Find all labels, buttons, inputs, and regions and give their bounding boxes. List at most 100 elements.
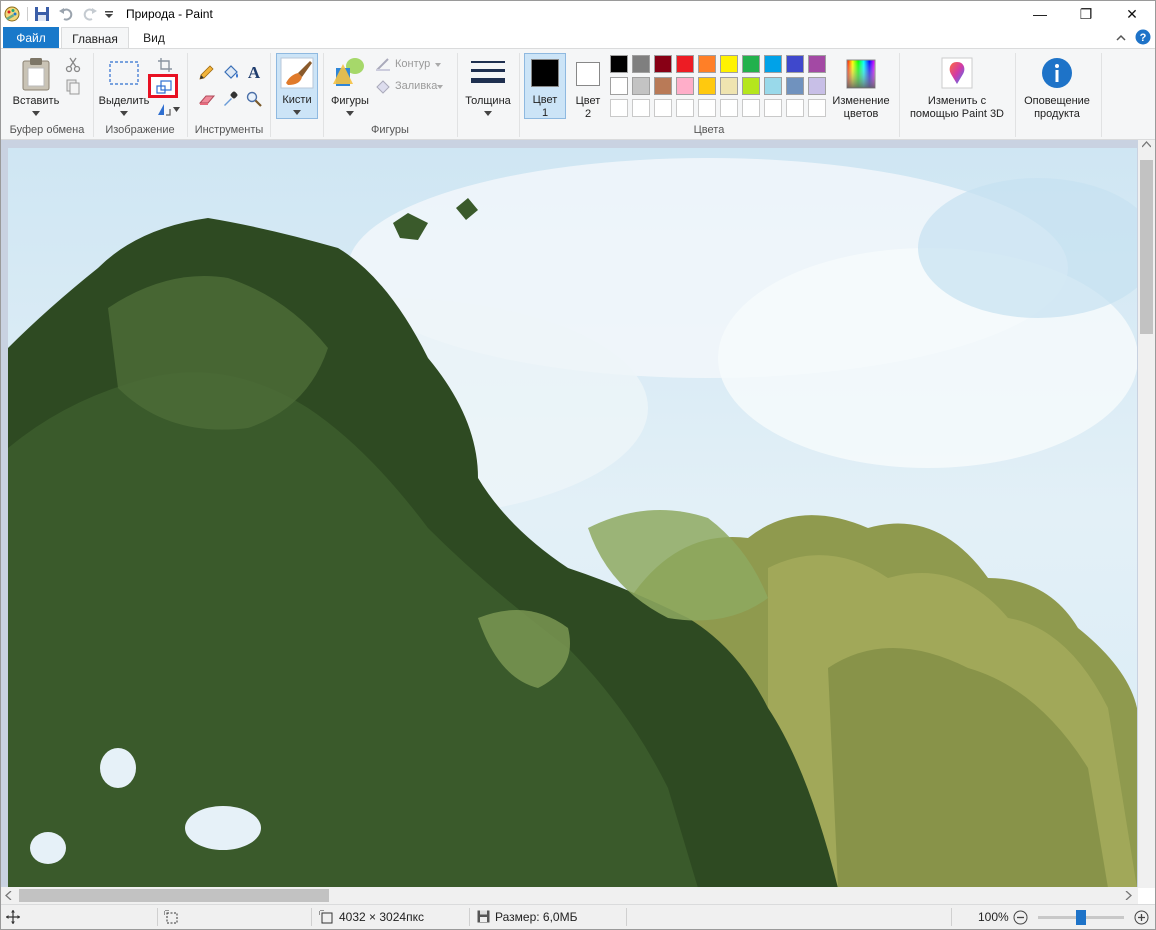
- palette-swatch[interactable]: [764, 99, 782, 117]
- resize-button[interactable]: [148, 74, 178, 98]
- select-button[interactable]: Выделить: [97, 53, 151, 119]
- scroll-up-icon[interactable]: [1142, 140, 1151, 148]
- palette-swatch[interactable]: [720, 55, 738, 73]
- rotate-button[interactable]: [156, 101, 182, 119]
- palette-swatch[interactable]: [676, 55, 694, 73]
- palette-swatch[interactable]: [654, 55, 672, 73]
- palette-swatch[interactable]: [742, 55, 760, 73]
- palette-swatch[interactable]: [808, 99, 826, 117]
- rotate-dropdown-icon: [173, 107, 180, 112]
- zoom-slider[interactable]: [1038, 910, 1124, 925]
- palette-swatch[interactable]: [786, 55, 804, 73]
- magnifier-icon[interactable]: [246, 91, 262, 107]
- minimize-button[interactable]: —: [1017, 1, 1063, 27]
- help-icon[interactable]: ?: [1135, 29, 1151, 45]
- scroll-right-icon[interactable]: [1125, 891, 1133, 900]
- redo-icon[interactable]: [82, 6, 98, 22]
- group-divider: [270, 53, 271, 137]
- palette-swatch[interactable]: [808, 55, 826, 73]
- save-icon[interactable]: [34, 6, 50, 22]
- palette-swatch[interactable]: [698, 99, 716, 117]
- palette-swatch[interactable]: [632, 55, 650, 73]
- tools-group-label: Инструменты: [194, 124, 264, 136]
- vertical-scroll-thumb[interactable]: [1140, 160, 1153, 334]
- paste-button[interactable]: Вставить: [7, 53, 65, 119]
- horizontal-scroll-thumb[interactable]: [19, 889, 329, 902]
- fill-icon: [376, 80, 390, 94]
- scroll-left-icon[interactable]: [4, 891, 12, 900]
- copy-icon[interactable]: [65, 79, 81, 95]
- zoom-in-icon[interactable]: [1134, 910, 1149, 925]
- color2-button[interactable]: Цвет 2: [568, 53, 608, 120]
- paint3d-icon: [941, 57, 973, 89]
- palette-swatch[interactable]: [632, 99, 650, 117]
- shapes-button[interactable]: Фигуры: [327, 53, 373, 119]
- resize-icon: [156, 80, 172, 94]
- color2-label-line2: 2: [584, 108, 592, 120]
- text-icon[interactable]: A: [246, 63, 262, 81]
- palette-swatch[interactable]: [632, 77, 650, 95]
- tab-home[interactable]: Главная: [61, 27, 129, 49]
- palette-swatch[interactable]: [764, 55, 782, 73]
- fill-button[interactable]: Заливка: [375, 79, 455, 95]
- vertical-scrollbar[interactable]: [1138, 140, 1155, 888]
- size-button[interactable]: Толщина: [461, 53, 515, 119]
- canvas-image[interactable]: [8, 148, 1137, 888]
- palette-swatch[interactable]: [720, 99, 738, 117]
- palette-swatch[interactable]: [676, 77, 694, 95]
- palette-swatch[interactable]: [742, 77, 760, 95]
- group-divider: [899, 53, 900, 137]
- zoom-out-icon[interactable]: [1013, 910, 1028, 925]
- palette-swatch[interactable]: [742, 99, 760, 117]
- collapse-ribbon-icon[interactable]: [1115, 32, 1127, 44]
- color-picker-icon[interactable]: [222, 91, 238, 107]
- palette-swatch[interactable]: [698, 55, 716, 73]
- eraser-icon[interactable]: [198, 93, 216, 107]
- product-alert-button[interactable]: Оповещение продукта: [1019, 53, 1095, 123]
- palette-swatch[interactable]: [786, 99, 804, 117]
- paint3d-line1: Изменить с: [927, 95, 987, 107]
- nature-photo: [8, 148, 1137, 888]
- brushes-button[interactable]: Кисти: [276, 53, 318, 119]
- crop-icon[interactable]: [157, 57, 173, 73]
- brushes-dropdown-icon: [293, 110, 301, 115]
- zoom-slider-thumb[interactable]: [1076, 910, 1086, 925]
- customize-qa-icon[interactable]: [104, 6, 114, 22]
- cut-icon[interactable]: [65, 57, 81, 73]
- select-dropdown-icon: [120, 111, 128, 116]
- restore-button[interactable]: ❐: [1063, 1, 1109, 27]
- palette-swatch[interactable]: [698, 77, 716, 95]
- tab-view[interactable]: Вид: [133, 27, 175, 49]
- edit-colors-button[interactable]: Изменение цветов: [831, 53, 891, 120]
- palette-swatch[interactable]: [764, 77, 782, 95]
- fill-dropdown-icon: [437, 85, 443, 89]
- canvas-area: [1, 140, 1155, 888]
- outline-button[interactable]: Контур: [375, 57, 455, 73]
- edit-with-paint3d-button[interactable]: Изменить с помощью Paint 3D: [903, 53, 1011, 123]
- colors-group-label: Цвета: [693, 124, 725, 136]
- undo-icon[interactable]: [58, 6, 74, 22]
- palette-swatch[interactable]: [610, 77, 628, 95]
- size-dropdown-icon: [484, 111, 492, 116]
- close-button[interactable]: ✕: [1109, 1, 1155, 27]
- palette-swatch[interactable]: [676, 99, 694, 117]
- palette-swatch[interactable]: [610, 99, 628, 117]
- palette-swatch[interactable]: [654, 99, 672, 117]
- palette-swatch[interactable]: [786, 77, 804, 95]
- outline-label: Контур: [395, 58, 431, 70]
- product-alert-line2: продукта: [1034, 108, 1080, 120]
- shapes-icon: [333, 58, 364, 86]
- palette-swatch[interactable]: [610, 55, 628, 73]
- paint-app-icon[interactable]: [3, 5, 21, 23]
- horizontal-scrollbar[interactable]: [1, 887, 1138, 904]
- color2-swatch: [576, 62, 600, 86]
- tab-file[interactable]: Файл: [3, 27, 59, 49]
- pencil-icon[interactable]: [198, 65, 214, 81]
- palette-swatch[interactable]: [720, 77, 738, 95]
- select-label: Выделить: [98, 95, 150, 107]
- palette-swatch[interactable]: [654, 77, 672, 95]
- palette-swatch[interactable]: [808, 77, 826, 95]
- brushes-label: Кисти: [282, 94, 312, 106]
- fill-bucket-icon[interactable]: [222, 65, 240, 81]
- color1-button[interactable]: Цвет 1: [524, 53, 566, 119]
